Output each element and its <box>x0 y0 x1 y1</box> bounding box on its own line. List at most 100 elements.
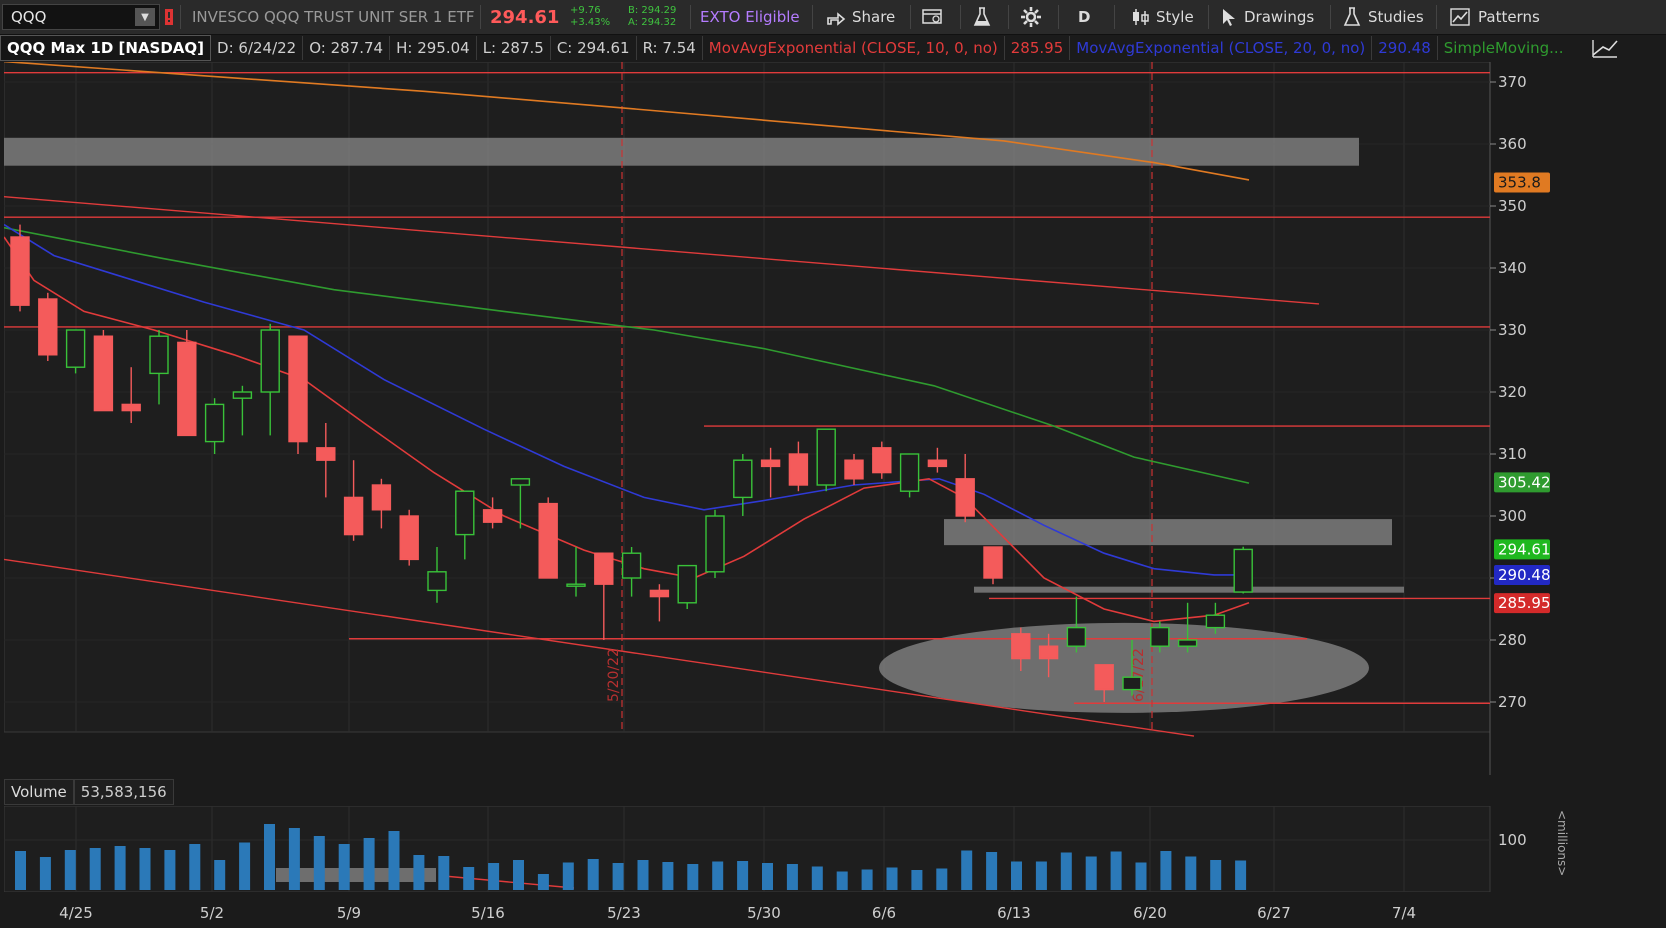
drawings-label: Drawings <box>1244 8 1315 26</box>
candle-down <box>788 453 809 486</box>
exto-eligible-link[interactable]: EXTO Eligible <box>700 0 800 34</box>
candle-down <box>343 496 364 536</box>
bar-high: H: 295.04 <box>390 36 477 60</box>
volume-chart[interactable]: 100 <millions> <box>4 806 1586 892</box>
pattern-chart-icon <box>1450 8 1470 26</box>
style-button[interactable]: Style <box>1130 0 1194 34</box>
candle-up <box>733 459 753 499</box>
volume-bar <box>488 863 500 890</box>
compare-button[interactable] <box>922 0 944 34</box>
y-tick-label: 330 <box>1498 321 1527 339</box>
volume-value: 53,583,156 <box>73 779 174 805</box>
candle-up <box>1150 626 1170 647</box>
share-label: Share <box>852 8 896 26</box>
bid-value: B: 294.29 <box>628 5 677 16</box>
price-badge-sma200: 353.8 <box>1498 173 1541 191</box>
x-tick-label: 6/20 <box>1133 904 1167 922</box>
flask-icon <box>973 7 991 26</box>
change-pct: +3.43% <box>570 17 611 28</box>
candle-down <box>316 447 336 461</box>
volume-bar <box>164 850 176 890</box>
candle-up <box>65 329 86 368</box>
x-tick-label: 5/23 <box>607 904 641 922</box>
symbol-selector[interactable]: QQQ ▼ <box>2 4 160 30</box>
volume-bar <box>89 848 101 890</box>
candle-down <box>1011 633 1031 660</box>
last-price: 294.61 <box>490 6 560 28</box>
candle-up <box>1177 639 1198 647</box>
aggregation-label: D <box>1078 8 1091 26</box>
volume-bar <box>64 850 76 890</box>
x-tick-label: 6/27 <box>1257 904 1291 922</box>
studies-button[interactable]: Studies <box>1342 0 1424 34</box>
y-tick-label: 310 <box>1498 445 1527 463</box>
axis-settings-icon[interactable] <box>1588 36 1622 60</box>
volume-bar <box>762 863 773 890</box>
volume-bar <box>1210 860 1222 890</box>
y-tick-label: 360 <box>1498 135 1527 153</box>
settings-button[interactable] <box>1020 0 1042 34</box>
candle-up <box>1122 676 1142 691</box>
volume-bar <box>1060 852 1072 890</box>
volume-bar <box>1135 862 1147 890</box>
sma-study-label[interactable]: SimpleMoving... <box>1438 36 1570 60</box>
share-button[interactable]: Share <box>826 0 895 34</box>
y-tick-label: 270 <box>1498 693 1527 711</box>
thinkback-button[interactable] <box>972 0 992 34</box>
x-tick-label: 4/25 <box>59 904 93 922</box>
volume-bar <box>861 869 873 890</box>
x-tick-label: 6/13 <box>997 904 1031 922</box>
date-marker-label: 6/17/22 <box>1131 648 1147 702</box>
bid-ask: B: 294.29 A: 294.32 <box>628 0 676 34</box>
volume-bar <box>1235 860 1247 890</box>
volume-tick-label: 100 <box>1498 831 1527 849</box>
chart-title[interactable]: QQQ Max 1D [NASDAQ] <box>0 35 212 61</box>
volume-bar <box>911 870 923 890</box>
volume-bar <box>637 860 649 890</box>
share-icon <box>827 12 846 26</box>
patterns-button[interactable]: Patterns <box>1450 0 1540 34</box>
price-badge-ema20: 290.48 <box>1498 566 1551 584</box>
symbol-description: INVESCO QQQ TRUST UNIT SER 1 ETF <box>192 8 475 26</box>
volume-bar <box>363 838 375 890</box>
resistance-zone <box>4 137 1359 166</box>
volume-bar <box>463 867 475 890</box>
volume-bar <box>587 859 599 890</box>
symbol-input[interactable]: QQQ <box>11 8 46 26</box>
y-tick-label: 370 <box>1498 73 1527 91</box>
volume-bar <box>1110 851 1122 890</box>
volume-bar <box>413 855 425 890</box>
candle-up <box>427 571 447 592</box>
volume-bar <box>712 861 724 890</box>
studies-label: Studies <box>1368 8 1424 26</box>
price-chart[interactable]: 2702802903003103203303403503603705/20/22… <box>4 62 1586 775</box>
ema20-study-label[interactable]: MovAvgExponential (CLOSE, 20, 0, no) <box>1070 36 1373 60</box>
candle-up <box>566 583 586 587</box>
volume-bar <box>239 842 251 890</box>
drawings-button[interactable]: Drawings <box>1220 0 1314 34</box>
volume-bar <box>836 871 848 890</box>
cursor-arrow-icon <box>1223 9 1235 26</box>
candle-down <box>10 236 30 306</box>
gear-icon <box>1021 7 1041 27</box>
chevron-down-icon[interactable]: ▼ <box>135 8 155 26</box>
volume-bar <box>39 857 51 890</box>
volume-bar <box>1160 851 1172 890</box>
candle-down <box>955 478 975 517</box>
candle-down <box>482 509 503 523</box>
aggregation-dropdown[interactable]: D <box>1078 0 1090 34</box>
date-axis: 4/25 5/2 5/9 5/16 5/23 5/30 6/6 6/13 6/20 6/27 7/4 <box>0 896 1666 928</box>
candle-down <box>649 589 670 598</box>
volume-bar <box>612 863 624 890</box>
candle-up <box>455 490 475 536</box>
candle-up <box>260 329 280 393</box>
volume-bar <box>986 852 998 890</box>
x-tick-label: 7/4 <box>1391 904 1417 922</box>
candle-down <box>371 484 392 511</box>
ema10-study-label[interactable]: MovAvgExponential (CLOSE, 10, 0, no) <box>703 36 1005 60</box>
alert-flag-icon[interactable] <box>164 0 174 34</box>
ema10-value: 285.95 <box>1005 36 1071 60</box>
volume-bar <box>961 850 973 890</box>
candle-down <box>177 341 197 437</box>
volume-bar <box>737 861 749 890</box>
